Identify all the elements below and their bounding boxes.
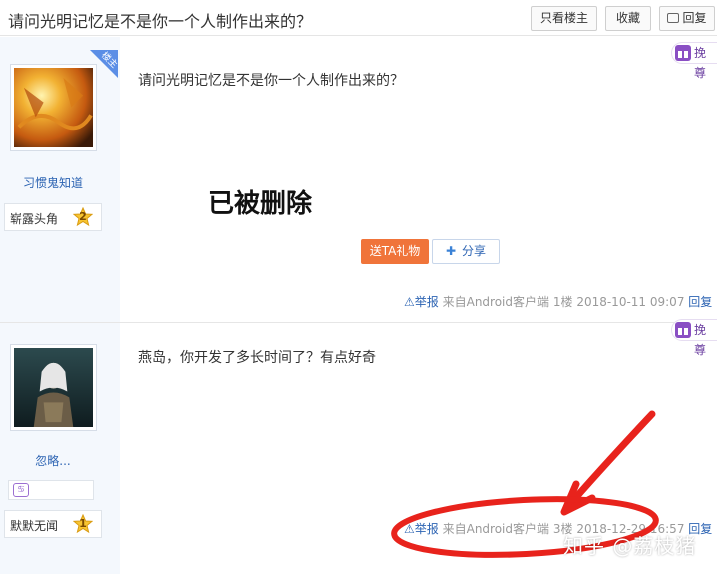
share-button[interactable]: ✚ 分享 — [432, 239, 500, 264]
appreciate-button[interactable]: 挽尊 — [671, 319, 717, 357]
report-link[interactable]: ⚠举报 — [404, 295, 439, 309]
favorite-button[interactable]: 收藏 — [605, 6, 651, 31]
post-text: 请问光明记忆是不是你一个人制作出来的？ — [138, 73, 404, 89]
post-time: 2018-10-11 09:07 — [576, 295, 685, 309]
source-label: 来自Android客户端 — [442, 295, 550, 309]
avatar[interactable] — [10, 64, 97, 151]
avatar-image — [14, 68, 93, 147]
reply-button-label: 回复 — [682, 11, 707, 25]
level-name: 崭露头角 — [10, 212, 59, 226]
reply-link[interactable]: 回复 — [688, 295, 712, 309]
appreciate-button[interactable]: 挽尊 — [671, 42, 717, 80]
level-box: 崭露头角 2 — [4, 203, 102, 231]
reply-button[interactable]: 回复 — [659, 6, 715, 31]
avatar[interactable] — [10, 344, 97, 431]
username[interactable]: 忽略... — [0, 452, 106, 469]
gift-icon — [675, 45, 691, 61]
floor-number: 1楼 — [552, 295, 573, 309]
appreciate-label: 挽尊 — [694, 46, 707, 80]
zodiac-icon: ♋ — [13, 483, 29, 497]
avatar-image — [14, 348, 93, 427]
level-name: 默默无闻 — [10, 519, 59, 533]
share-label: 分享 — [462, 244, 487, 258]
share-plus-icon: ✚ — [445, 244, 457, 258]
comment-icon — [667, 13, 680, 23]
watermark: 知乎 @荔枝猪 — [563, 534, 697, 558]
zodiac-box: ♋ — [8, 480, 94, 500]
post-text: 燕岛，你开发了多长时间了？有点好奇 — [138, 350, 376, 366]
level-box: 默默无闻 1 — [4, 510, 102, 538]
level-badge-icon: 2 — [72, 206, 94, 227]
username[interactable]: 习惯鬼知道 — [0, 174, 106, 191]
deleted-stamp: 已被删除 — [208, 189, 313, 219]
level-badge-icon: 1 — [72, 513, 94, 534]
post-tail: ⚠举报 来自Android客户端 1楼 2018-10-11 09:07 回复 — [404, 293, 712, 310]
only-op-button[interactable]: 只看楼主 — [531, 6, 597, 31]
send-gift-button[interactable]: 送TA礼物 — [361, 239, 429, 264]
thread-title: 请问光明记忆是不是你一个人制作出来的？ — [8, 12, 313, 31]
op-badge: 楼主 — [90, 50, 118, 78]
gift-icon — [675, 322, 691, 338]
appreciate-label: 挽尊 — [694, 323, 707, 357]
